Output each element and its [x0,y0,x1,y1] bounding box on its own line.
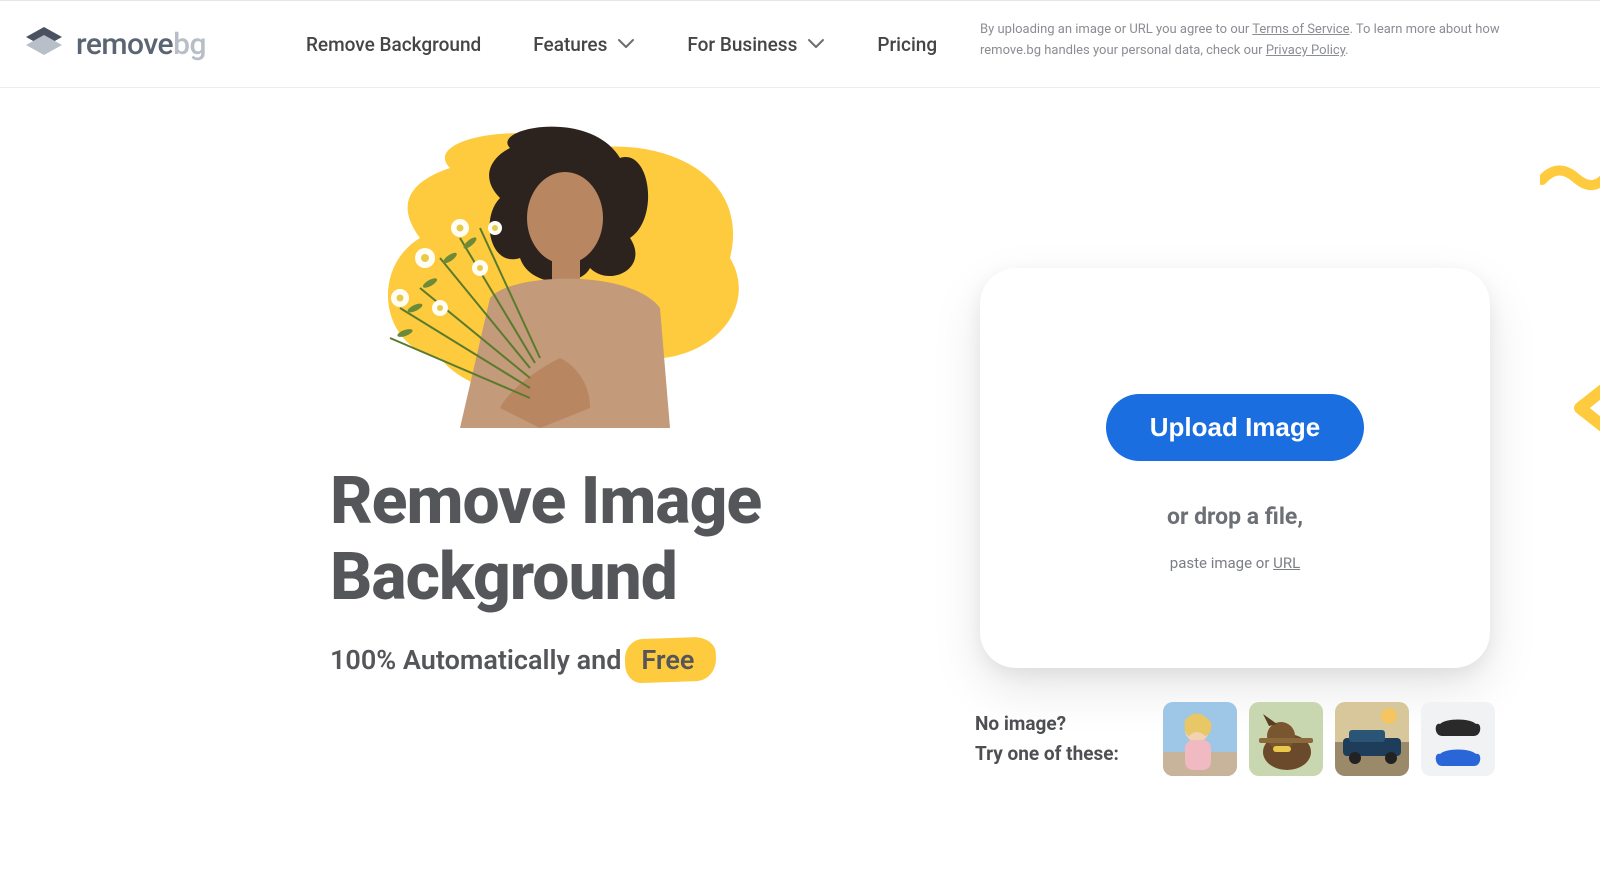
hero: Remove Image Background 100% Automatical… [330,108,890,678]
privacy-policy-link[interactable]: Privacy Policy [1266,43,1345,58]
paste-prefix: paste image or [1170,554,1273,572]
sample-dog[interactable] [1249,702,1323,776]
nav-for-business-label: For Business [687,33,797,56]
nav-pricing[interactable]: Pricing [877,33,937,56]
legal-p2b: . [1345,43,1348,58]
logo-icon [22,25,66,63]
samples-text: No image? Try one of these: [975,709,1119,770]
drop-file-text: or drop a file, [1167,503,1303,530]
sample-controllers[interactable] [1421,702,1495,776]
chevron-down-icon [617,38,635,50]
legal-p1a: By uploading an image or URL you agree t… [980,22,1252,37]
hero-headline-line2: Background [330,539,677,616]
decorative-squiggle [1540,160,1600,210]
samples-line2: Try one of these: [975,742,1119,765]
nav-features[interactable]: Features [533,33,635,56]
samples-row: No image? Try one of these: [975,702,1495,776]
primary-nav: Remove Background Features For Business … [306,33,937,56]
logo-text-b: bg [173,27,206,62]
nav-features-label: Features [533,33,607,56]
paste-url-link[interactable]: URL [1273,554,1300,572]
upload-section: Upload Image or drop a file, paste image… [970,268,1500,776]
legal-p1b: . To learn more about how [1350,22,1500,37]
sample-person[interactable] [1163,702,1237,776]
samples-line1: No image? [975,712,1066,735]
legal-text: By uploading an image or URL you agree t… [980,20,1510,62]
nav-remove-background-label: Remove Background [306,33,481,56]
hero-free-highlight: Free [631,642,708,678]
hero-headline: Remove Image Background [330,464,890,616]
hero-subhead: 100% Automatically and Free [330,642,890,678]
hero-image [330,108,770,428]
upload-image-button[interactable]: Upload Image [1106,394,1364,461]
hero-headline-line1: Remove Image [330,463,761,540]
logo[interactable]: removebg [22,25,206,63]
terms-of-service-link[interactable]: Terms of Service [1252,22,1349,37]
hero-sub-prefix: 100% Automatically and [330,644,621,676]
chevron-down-icon [807,38,825,50]
logo-text: removebg [76,27,206,62]
nav-pricing-label: Pricing [877,33,937,56]
sample-thumbnails [1163,702,1495,776]
decorative-arrow [1560,378,1600,438]
main: Remove Image Background 100% Automatical… [0,88,1600,118]
nav-for-business[interactable]: For Business [687,33,825,56]
nav-remove-background[interactable]: Remove Background [306,33,481,56]
paste-text: paste image or URL [1170,554,1300,572]
legal-p2a: remove.bg handles your personal data, ch… [980,43,1266,58]
upload-card[interactable]: Upload Image or drop a file, paste image… [980,268,1490,668]
logo-text-a: remove [76,27,173,62]
sample-car[interactable] [1335,702,1409,776]
